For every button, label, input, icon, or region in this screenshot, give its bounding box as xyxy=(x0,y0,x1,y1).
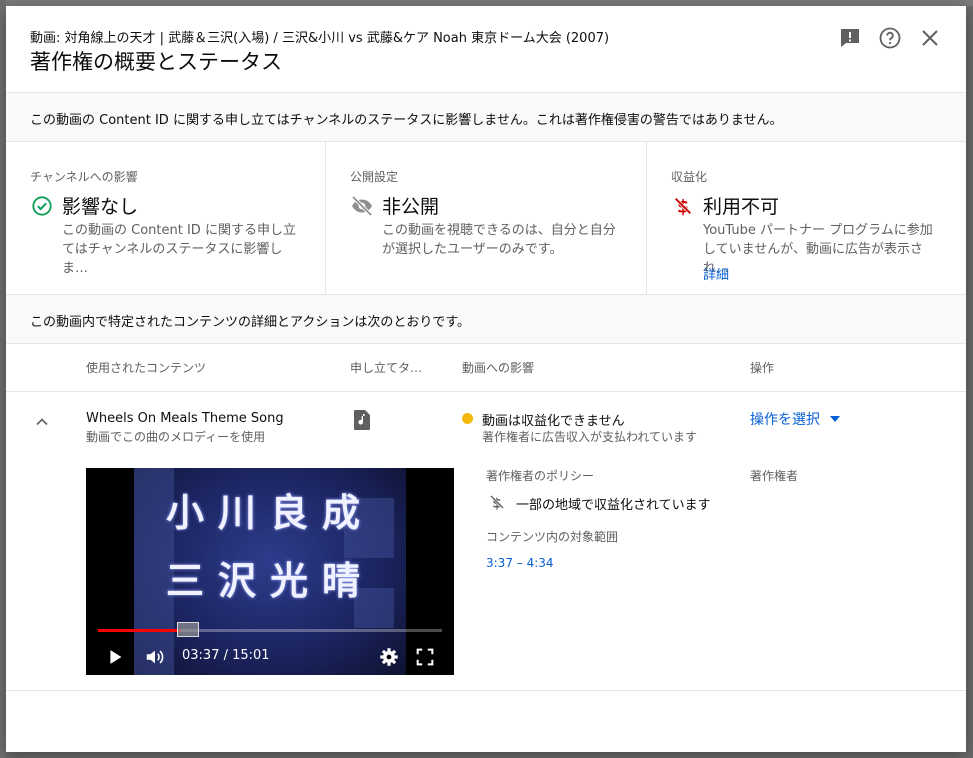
select-action-label: 操作を選択 xyxy=(750,412,820,428)
no-money-icon: $ xyxy=(671,194,695,218)
check-circle-icon xyxy=(30,194,54,218)
feedback-icon[interactable] xyxy=(838,26,862,50)
video-frame: 小川良成 三沢光晴 xyxy=(134,468,406,675)
range-link[interactable]: 3:37 – 4:34 xyxy=(486,556,554,570)
card-value: 影響なし xyxy=(62,196,139,218)
music-note-icon xyxy=(352,409,372,431)
fullscreen-icon[interactable] xyxy=(414,646,436,668)
eye-off-icon xyxy=(350,194,374,218)
help-icon[interactable] xyxy=(878,26,902,50)
caption-line-1: 小川良成 xyxy=(165,491,374,535)
impact-title: 動画は収益化できません xyxy=(482,414,625,429)
progress-fill xyxy=(98,629,181,632)
column-header-impact: 動画への影響 xyxy=(462,361,535,375)
column-header-action: 操作 xyxy=(750,361,775,375)
visibility-card: 公開設定 非公開 この動画を視聴できるのは、自分と自分が選択したユーザーのみです… xyxy=(326,142,647,294)
dropdown-caret-icon xyxy=(830,416,840,422)
select-action-button[interactable]: 操作を選択 xyxy=(750,409,840,429)
range-label: コンテンツ内の対象範囲 xyxy=(486,530,619,544)
column-header-claim-type: 申し立てタ… xyxy=(350,361,423,375)
close-icon[interactable] xyxy=(918,26,942,50)
monetization-card: 収益化 $ 利用不可 YouTube パートナー プログラムに参加していませんが… xyxy=(647,142,966,294)
divider xyxy=(6,391,966,392)
scrub-thumbnail[interactable] xyxy=(177,622,199,637)
info-banner: この動画の Content ID に関する申し立てはチャンネルのステータスに影響… xyxy=(6,92,966,142)
content-title: Wheels On Meals Theme Song xyxy=(86,411,284,426)
impact-subtitle: 著作権者に広告収入が支払われています xyxy=(482,430,698,444)
play-icon[interactable] xyxy=(104,646,126,668)
status-dot xyxy=(462,413,473,424)
section-text: この動画内で特定されたコンテンツの詳細とアクションは次のとおりです。 xyxy=(30,315,471,330)
card-label: チャンネルへの影響 xyxy=(30,170,138,184)
collapse-chevron-icon[interactable] xyxy=(30,410,54,434)
policy-text: 一部の地域で収益化されています xyxy=(516,498,711,513)
channel-impact-card: チャンネルへの影響 影響なし この動画の Content ID に関する申し立て… xyxy=(6,142,326,294)
caption-line-2: 三沢光晴 xyxy=(165,559,374,603)
banner-text: この動画の Content ID に関する申し立てはチャンネルのステータスに影響… xyxy=(30,113,783,128)
status-row: チャンネルへの影響 影響なし この動画の Content ID に関する申し立て… xyxy=(6,142,966,295)
card-label: 収益化 xyxy=(671,170,708,184)
volume-icon[interactable] xyxy=(144,646,166,668)
time-display: 03:37 / 15:01 xyxy=(182,648,270,663)
content-subtitle: 動画でこの曲のメロディーを使用 xyxy=(86,430,266,444)
card-value: 利用不可 xyxy=(703,196,780,218)
card-description: この動画を視聴できるのは、自分と自分が選択したユーザーのみです。 xyxy=(382,223,616,257)
card-label: 公開設定 xyxy=(350,170,399,184)
partial-monetization-icon: $ xyxy=(488,493,506,511)
card-description: YouTube パートナー プログラムに参加していませんが、動画に広告が表示され… xyxy=(703,223,933,276)
video-title: 動画: 対角線上の天才 | 武藤＆三沢(入場) / 三沢&小川 vs 武藤&ケア… xyxy=(30,31,610,46)
video-player[interactable]: 小川良成 三沢光晴 03:37 / 15:01 xyxy=(86,468,454,675)
owner-label: 著作権者 xyxy=(750,469,799,483)
dialog-title: 著作権の概要とステータス xyxy=(30,50,282,74)
section-banner: この動画内で特定されたコンテンツの詳細とアクションは次のとおりです。 xyxy=(6,295,966,344)
column-header-content: 使用されたコンテンツ xyxy=(86,361,207,375)
divider xyxy=(6,690,966,691)
card-value: 非公開 xyxy=(382,196,440,218)
dialog-header: 動画: 対角線上の天才 | 武藤＆三沢(入場) / 三沢&小川 vs 武藤&ケア… xyxy=(6,6,966,92)
settings-gear-icon[interactable] xyxy=(378,646,400,668)
card-description: この動画の Content ID に関する申し立てはチャンネルのステータスに影響… xyxy=(62,223,296,276)
details-link[interactable]: 詳細 xyxy=(703,264,729,283)
copyright-dialog: 動画: 対角線上の天才 | 武藤＆三沢(入場) / 三沢&小川 vs 武藤&ケア… xyxy=(6,6,966,752)
policy-label: 著作権者のポリシー xyxy=(486,469,595,483)
